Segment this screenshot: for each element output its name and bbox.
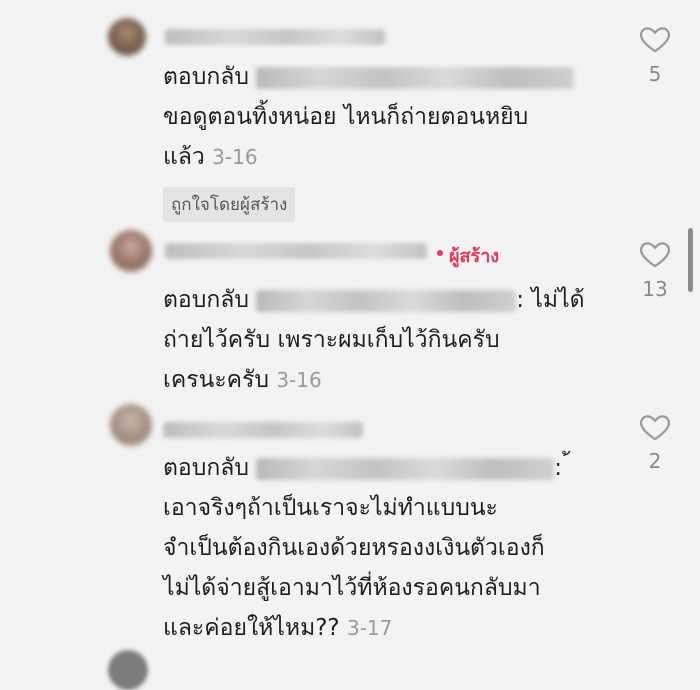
comment-date: 3-16 xyxy=(276,368,322,392)
username-blurred[interactable] xyxy=(165,243,427,259)
like-count: 13 xyxy=(642,277,668,301)
like-count: 5 xyxy=(648,62,662,86)
comment-line: แล้ว xyxy=(163,144,205,170)
reply-target-blurred[interactable] xyxy=(256,457,555,480)
comment-item: ตอบกลับ ขอดูตอนทิ้งหน่อย ไหนก็ถ่ายตอนหยิ… xyxy=(0,0,700,225)
username-blurred[interactable] xyxy=(165,29,385,45)
comment-line: ถ่ายไว้ครับ เพราะผมเก็บไว้กินครับ xyxy=(163,327,500,353)
avatar[interactable] xyxy=(108,650,148,690)
like-button[interactable] xyxy=(637,410,673,444)
comment-date: 3-17 xyxy=(346,616,393,640)
comment-text: ตอบกลับ ขอดูตอนทิ้งหน่อย ไหนก็ถ่ายตอนหยิ… xyxy=(163,57,575,177)
separator-dot xyxy=(437,250,443,256)
comment-item: ผู้สร้าง ตอบกลับ : ไม่ได้ ถ่ายไว้ครับ เพ… xyxy=(0,225,700,395)
reply-target-blurred[interactable] xyxy=(256,289,517,312)
heart-outline-icon xyxy=(639,415,671,441)
creator-badge: ผู้สร้าง xyxy=(449,246,500,267)
heart-outline-icon xyxy=(639,27,671,53)
reply-target-blurred[interactable] xyxy=(256,66,575,89)
avatar[interactable] xyxy=(108,18,146,56)
username-blurred[interactable] xyxy=(163,422,363,438)
like-count: 2 xyxy=(648,449,662,473)
like-button[interactable] xyxy=(637,237,673,271)
reply-prefix: ตอบกลับ xyxy=(163,455,249,481)
avatar[interactable] xyxy=(110,404,152,446)
comment-date: 3-16 xyxy=(212,145,258,169)
comment-line: เครนะครับ xyxy=(163,367,270,393)
scrollbar[interactable] xyxy=(688,228,693,292)
comment-line: ขอดูตอนทิ้งหน่อย ไหนก็ถ่ายตอนหยิบ xyxy=(163,104,529,130)
reply-prefix: ตอบกลับ xyxy=(163,64,249,90)
reply-suffix: : ้ xyxy=(554,455,570,481)
comment-text: ตอบกลับ : ้ เอาจริงๆถ้าเป็นเราจะไม่ทำแบบ… xyxy=(163,448,570,648)
comment-line: และค่อยให้ไหม?? xyxy=(163,615,340,641)
heart-outline-icon xyxy=(639,242,671,268)
reply-prefix: ตอบกลับ xyxy=(163,287,249,313)
avatar[interactable] xyxy=(110,230,152,272)
comment-text: ตอบกลับ : ไม่ได้ ถ่ายไว้ครับ เพราะผมเก็บ… xyxy=(163,280,585,400)
liked-by-creator-tag: ถูกใจโดยผู้สร้าง xyxy=(163,187,296,222)
like-button[interactable] xyxy=(637,22,673,56)
reply-suffix: : ไม่ได้ xyxy=(516,287,585,313)
comment-line: จำเป็นต้องกินเองด้วยหรองงเงินตัวเองก็ xyxy=(163,535,545,561)
comment-line: เอาจริงๆถ้าเป็นเราจะไม่ทำแบบนะ xyxy=(163,495,498,521)
comment-item: ตอบกลับ : ้ เอาจริงๆถ้าเป็นเราจะไม่ทำแบบ… xyxy=(0,395,700,663)
comment-line: ไม่ได้จ่ายสู้เอามาไว้ที่ห้องรอคนกลับมา xyxy=(163,575,541,601)
